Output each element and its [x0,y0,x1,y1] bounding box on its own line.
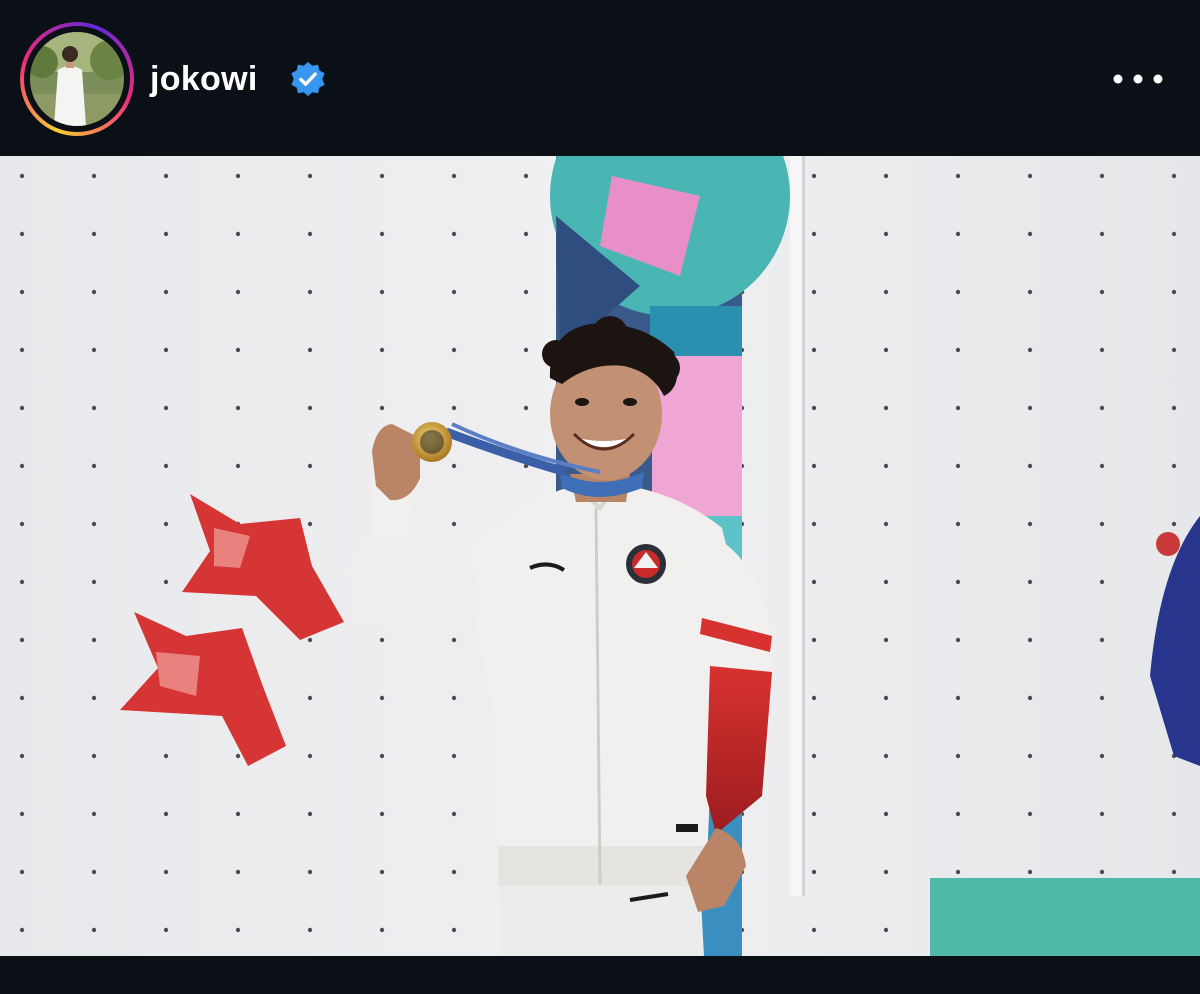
more-options-icon[interactable] [1110,64,1166,94]
post-header: jokowi [0,0,1200,156]
verified-badge-icon [291,61,325,97]
post-image[interactable] [0,156,1200,956]
story-ring[interactable] [20,22,134,136]
post-photo-illustration [0,156,1200,956]
username[interactable]: jokowi [150,57,258,101]
avatar-photo [30,32,124,126]
post-footer [0,956,1200,994]
avatar[interactable] [30,32,124,126]
